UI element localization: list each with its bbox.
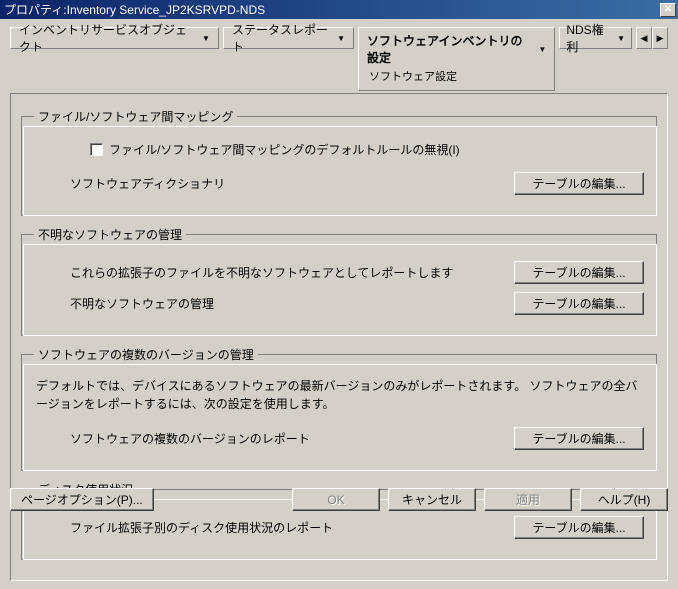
checkbox-icon — [90, 143, 103, 156]
chevron-down-icon: ▼ — [202, 34, 210, 43]
tab-nds-rights[interactable]: NDS権利 ▼ — [559, 27, 632, 49]
group-multiple-versions: ソフトウェアの複数のバージョンの管理 デフォルトでは、デバイスにあるソフトウェア… — [21, 346, 657, 471]
chevron-down-icon: ▼ — [538, 45, 546, 54]
tab-label: インベントリサービスオブジェクト — [19, 21, 196, 55]
titlebar: プロパティ:Inventory Service_JP2KSRVPD-NDS ✕ — [0, 0, 678, 19]
edit-table-button-unknown-mgmt[interactable]: テーブルの編集... — [514, 292, 644, 315]
checkbox-ignore-default-rules[interactable]: ファイル/ソフトウェア間マッピングのデフォルトルールの無視(I) — [34, 141, 644, 158]
versions-description: デフォルトでは、デバイスにあるソフトウェアの最新バージョンのみがレポートされます… — [34, 373, 644, 419]
edit-table-button-versions[interactable]: テーブルの編集... — [514, 427, 644, 450]
tab-scroll-left[interactable]: ◀ — [636, 27, 652, 49]
tab-status-report[interactable]: ステータスレポート ▼ — [223, 27, 354, 49]
close-button[interactable]: ✕ — [660, 3, 676, 17]
tab-subtitle: ソフトウェア設定 — [367, 68, 457, 84]
tab-inventory-object[interactable]: インベントリサービスオブジェクト ▼ — [10, 27, 219, 49]
tab-scroll-right[interactable]: ▶ — [652, 27, 668, 49]
group-legend: ファイル/ソフトウェア間マッピング — [34, 108, 237, 125]
tab-software-inventory-settings[interactable]: ソフトウェアインベントリの設定 ▼ ソフトウェア設定 — [358, 27, 555, 91]
help-button[interactable]: ヘルプ(H) — [580, 488, 668, 511]
tab-label: NDS権利 — [566, 21, 611, 55]
apply-button[interactable]: 適用 — [484, 488, 572, 511]
cancel-button[interactable]: キャンセル — [388, 488, 476, 511]
window-title: プロパティ:Inventory Service_JP2KSRVPD-NDS — [4, 1, 265, 18]
edit-table-button-extensions[interactable]: テーブルの編集... — [514, 261, 644, 284]
group-file-mapping: ファイル/ソフトウェア間マッピング ファイル/ソフトウェア間マッピングのデフォル… — [21, 108, 657, 216]
dialog-button-bar: ページオプション(P)... OK キャンセル 適用 ヘルプ(H) — [10, 488, 668, 511]
label-unknown-software-mgmt: 不明なソフトウェアの管理 — [34, 295, 514, 312]
edit-table-button-dictionary[interactable]: テーブルの編集... — [514, 172, 644, 195]
group-legend: 不明なソフトウェアの管理 — [34, 226, 186, 243]
edit-table-button-disk-usage[interactable]: テーブルの編集... — [514, 516, 644, 539]
chevron-left-icon: ◀ — [641, 33, 648, 44]
chevron-right-icon: ▶ — [657, 33, 664, 44]
label-software-dictionary: ソフトウェアディクショナリ — [34, 175, 514, 192]
tab-label: ステータスレポート — [232, 21, 331, 55]
page-options-button[interactable]: ページオプション(P)... — [10, 488, 154, 511]
label-extensions-report: これらの拡張子のファイルを不明なソフトウェアとしてレポートします — [34, 264, 514, 281]
tabs-row: インベントリサービスオブジェクト ▼ ステータスレポート ▼ ソフトウェアインベ… — [10, 27, 668, 91]
group-legend: ソフトウェアの複数のバージョンの管理 — [34, 346, 258, 363]
ok-button[interactable]: OK — [292, 488, 380, 511]
label-versions-report: ソフトウェアの複数のバージョンのレポート — [34, 430, 514, 447]
tab-scroll-buttons: ◀ ▶ — [636, 27, 668, 49]
tab-label: ソフトウェアインベントリの設定 — [367, 32, 532, 66]
chevron-down-icon: ▼ — [337, 34, 345, 43]
chevron-down-icon: ▼ — [617, 34, 625, 43]
close-icon: ✕ — [664, 4, 672, 15]
label-disk-usage-report: ファイル拡張子別のディスク使用状況のレポート — [34, 519, 514, 536]
checkbox-label: ファイル/ソフトウェア間マッピングのデフォルトルールの無視(I) — [109, 141, 460, 158]
group-unknown-software: 不明なソフトウェアの管理 これらの拡張子のファイルを不明なソフトウェアとしてレポ… — [21, 226, 657, 336]
